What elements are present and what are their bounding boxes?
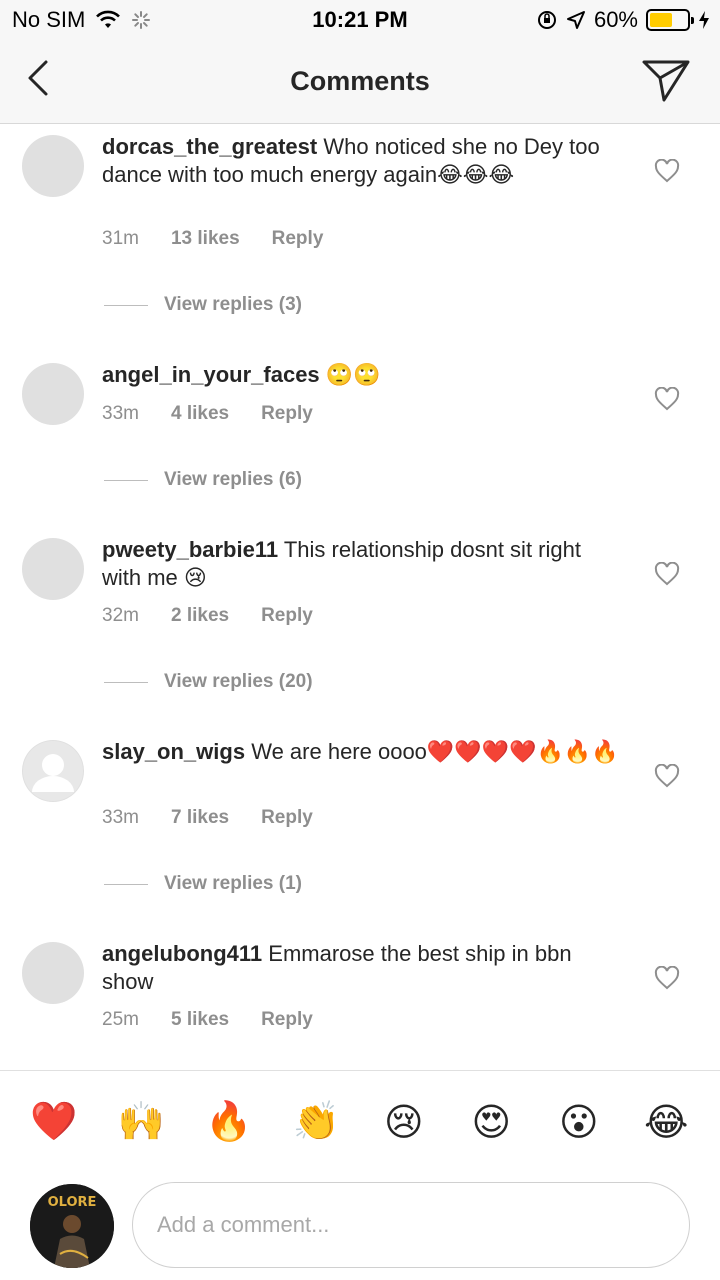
heart-icon[interactable]	[654, 387, 680, 411]
comment-username[interactable]: dorcas_the_greatest	[102, 134, 317, 159]
nav-bar: Comments	[0, 40, 720, 124]
profile-photo-icon: OLORE	[30, 1184, 114, 1268]
comment-time: 25m	[102, 1009, 139, 1030]
comment-text: slay_on_wigs We are here oooo❤️❤️❤️❤️🔥🔥🔥	[102, 738, 622, 766]
emoji-crying-button[interactable]: 😢	[374, 1100, 434, 1144]
comment-username[interactable]: slay_on_wigs	[102, 739, 245, 764]
battery-percent: 60%	[593, 7, 638, 32]
comment-likes[interactable]: 4 likes	[171, 403, 229, 425]
avatar[interactable]	[22, 740, 84, 802]
comment-time: 33m	[102, 807, 139, 828]
view-replies-button[interactable]: View replies (1)	[104, 873, 302, 895]
avatar[interactable]	[22, 135, 84, 197]
comment-input-bar: OLORE	[0, 1172, 720, 1280]
location-arrow-icon	[566, 11, 585, 29]
view-replies-label: View replies (3)	[164, 294, 302, 315]
view-replies-button[interactable]: View replies (3)	[104, 294, 302, 316]
battery-icon	[646, 9, 694, 31]
view-replies-button[interactable]: View replies (20)	[104, 671, 313, 693]
heart-icon[interactable]	[654, 764, 680, 788]
charging-bolt-icon	[699, 11, 709, 29]
comment-meta: 31m 13 likes Reply	[102, 228, 323, 250]
comment-time: 32m	[102, 605, 139, 626]
page-title: Comments	[290, 66, 430, 96]
emoji-surprised-button[interactable]: 😮	[549, 1100, 609, 1144]
view-replies-label: View replies (6)	[164, 469, 302, 490]
comment-username[interactable]: angelubong411	[102, 941, 262, 966]
comment-text: angelubong411 Emmarose the best ship in …	[102, 940, 622, 996]
reply-button[interactable]: Reply	[261, 403, 313, 425]
heart-icon[interactable]	[654, 966, 680, 990]
emoji-raised-hands-button[interactable]: 🙌	[111, 1099, 171, 1144]
heart-icon[interactable]	[654, 159, 680, 183]
divider-line	[104, 304, 148, 306]
comment-time: 31m	[102, 228, 139, 249]
default-user-icon	[23, 741, 83, 801]
comment-likes[interactable]: 7 likes	[171, 807, 229, 829]
status-right: 60%	[536, 7, 710, 33]
status-bar: No SIM 10:21 PM 60%	[0, 0, 720, 40]
emoji-fire-button[interactable]: 🔥	[199, 1099, 259, 1144]
divider-line	[104, 681, 148, 683]
divider-line	[104, 883, 148, 885]
paper-plane-icon[interactable]	[640, 56, 692, 104]
avatar[interactable]	[22, 942, 84, 1004]
comment-likes[interactable]: 2 likes	[171, 605, 229, 627]
comment-meta: 33m 4 likes Reply	[102, 403, 313, 425]
avatar[interactable]	[22, 538, 84, 600]
avatar[interactable]	[22, 363, 84, 425]
comment-body: 🙄🙄	[325, 362, 381, 387]
comment-username[interactable]: pweety_barbie11	[102, 537, 278, 562]
comment-meta: 25m 5 likes Reply	[102, 1009, 313, 1031]
reply-button[interactable]: Reply	[272, 228, 324, 250]
view-replies-label: View replies (1)	[164, 873, 302, 894]
emoji-clap-button[interactable]: 👏	[286, 1099, 346, 1144]
emoji-heart-button[interactable]: ❤️	[24, 1099, 84, 1144]
comment-text: angel_in_your_faces 🙄🙄	[102, 361, 622, 389]
comment-likes[interactable]: 5 likes	[171, 1009, 229, 1031]
emoji-heart-eyes-button[interactable]: 😍	[461, 1100, 521, 1144]
orientation-lock-icon	[537, 11, 556, 29]
reply-button[interactable]: Reply	[261, 807, 313, 829]
comment-text: dorcas_the_greatest Who noticed she no D…	[102, 133, 622, 189]
comment-text: pweety_barbie11 This relationship dosnt …	[102, 536, 622, 592]
avatar-logo-text: OLORE	[48, 1195, 97, 1210]
comment-body: We are here oooo❤️❤️❤️❤️🔥🔥🔥	[251, 739, 619, 764]
view-replies-button[interactable]: View replies (6)	[104, 469, 302, 491]
emoji-quick-bar: ❤️ 🙌 🔥 👏 😢 😍 😮 😂	[0, 1070, 720, 1172]
comment-likes[interactable]: 13 likes	[171, 228, 240, 250]
comment-meta: 33m 7 likes Reply	[102, 807, 313, 829]
comment-time: 33m	[102, 403, 139, 424]
reply-button[interactable]: Reply	[261, 605, 313, 627]
comment-meta: 32m 2 likes Reply	[102, 605, 313, 627]
comment-username[interactable]: angel_in_your_faces	[102, 362, 320, 387]
emoji-laughing-button[interactable]: 😂	[636, 1100, 696, 1144]
divider-line	[104, 479, 148, 481]
heart-icon[interactable]	[654, 562, 680, 586]
reply-button[interactable]: Reply	[261, 1009, 313, 1031]
view-replies-label: View replies (20)	[164, 671, 313, 692]
comment-input[interactable]	[132, 1182, 690, 1268]
my-avatar[interactable]: OLORE	[30, 1184, 114, 1268]
battery-level-fill	[650, 13, 672, 27]
